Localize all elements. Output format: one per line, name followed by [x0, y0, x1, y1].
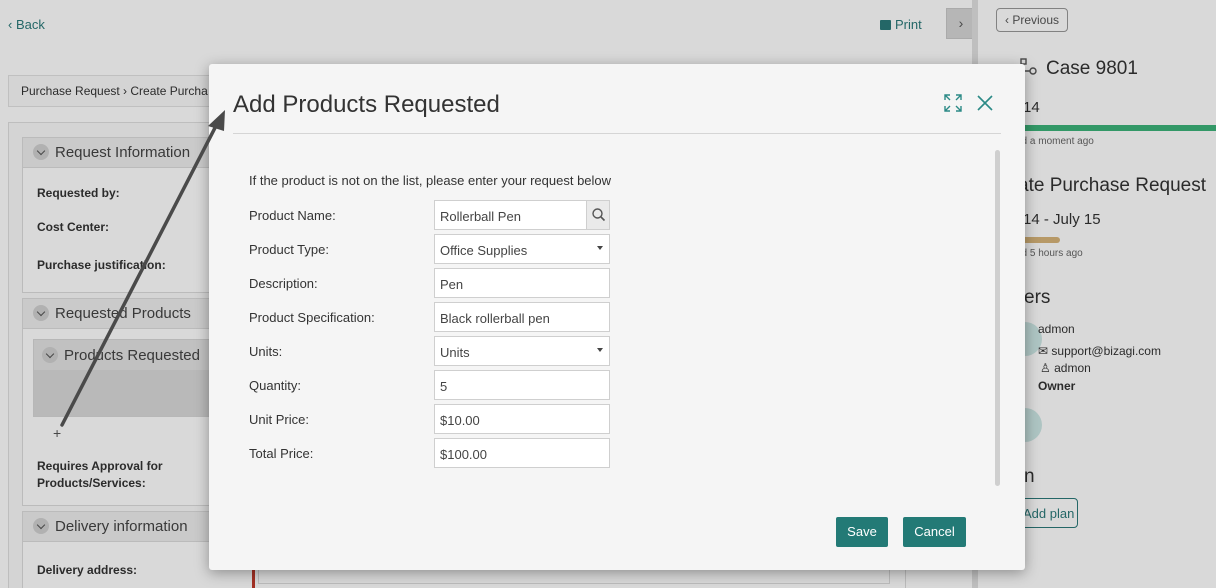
- description-label: Description:: [249, 276, 318, 291]
- description-row: Description: Pen: [249, 268, 629, 298]
- save-button[interactable]: Save: [836, 517, 888, 547]
- quantity-input[interactable]: 5: [434, 370, 610, 400]
- close-icon[interactable]: [976, 94, 994, 112]
- caret-down-icon: [597, 246, 603, 250]
- unit-price-label: Unit Price:: [249, 412, 309, 427]
- product-spec-label: Product Specification:: [249, 310, 375, 325]
- product-name-label: Product Name:: [249, 208, 336, 223]
- quantity-label: Quantity:: [249, 378, 302, 393]
- search-icon[interactable]: [586, 201, 609, 229]
- total-price-input[interactable]: $100.00: [434, 438, 610, 468]
- units-select[interactable]: Units: [434, 336, 610, 366]
- units-value: Units: [440, 345, 470, 360]
- unit-price-row: Unit Price: $10.00: [249, 404, 629, 434]
- quantity-row: Quantity: 5: [249, 370, 629, 400]
- total-price-label: Total Price:: [249, 446, 314, 461]
- product-spec-input[interactable]: Black rollerball pen: [434, 302, 610, 332]
- add-products-modal: Add Products Requested If the product is…: [209, 64, 1025, 570]
- product-type-select[interactable]: Office Supplies: [434, 234, 610, 264]
- product-name-value: Rollerball Pen: [440, 209, 521, 224]
- total-price-row: Total Price: $100.00: [249, 438, 629, 468]
- modal-divider: [233, 133, 1001, 134]
- product-type-row: Product Type: Office Supplies: [249, 234, 629, 264]
- units-row: Units: Units: [249, 336, 629, 366]
- modal-title: Add Products Requested: [233, 91, 500, 118]
- expand-icon[interactable]: [944, 94, 962, 112]
- product-name-input[interactable]: Rollerball Pen: [434, 200, 610, 230]
- modal-scrollbar[interactable]: [995, 150, 1000, 486]
- product-spec-row: Product Specification: Black rollerball …: [249, 302, 629, 332]
- cancel-button[interactable]: Cancel: [903, 517, 966, 547]
- units-label: Units:: [249, 344, 283, 359]
- unit-price-input[interactable]: $10.00: [434, 404, 610, 434]
- product-type-value: Office Supplies: [440, 243, 528, 258]
- description-input[interactable]: Pen: [434, 268, 610, 298]
- product-name-row: Product Name: Rollerball Pen: [249, 200, 629, 230]
- caret-down-icon: [597, 348, 603, 352]
- modal-intro-text: If the product is not on the list, pleas…: [249, 173, 612, 188]
- product-type-label: Product Type:: [249, 242, 329, 257]
